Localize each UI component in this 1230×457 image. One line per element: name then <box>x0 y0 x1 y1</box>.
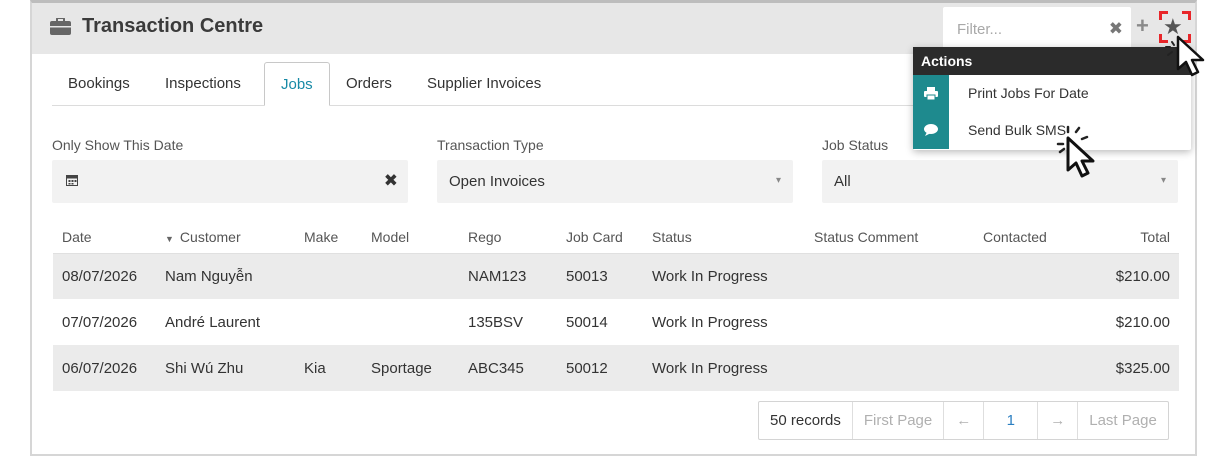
cell-customer: André Laurent <box>165 313 261 331</box>
filter-box: ✖ <box>943 7 1131 51</box>
col-status-comment[interactable]: Status Comment <box>805 222 974 254</box>
jobs-table: Date ▼ Customer Make Model Rego Job Card … <box>53 222 1179 391</box>
cell-rego: NAM123 <box>459 253 557 299</box>
table-header-row: Date ▼ Customer Make Model Rego Job Card … <box>53 222 1179 254</box>
tab-supplier-invoices[interactable]: Supplier Invoices <box>411 62 557 106</box>
transaction-type-label: Transaction Type <box>437 137 544 153</box>
cell-make: Kia <box>295 345 362 391</box>
col-total[interactable]: Total <box>1084 222 1179 254</box>
cell-make <box>295 299 362 345</box>
cell-model: Sportage <box>362 345 459 391</box>
col-date[interactable]: Date <box>53 222 156 254</box>
clear-filter-icon[interactable]: ✖ <box>1109 19 1123 39</box>
menu-item-print-jobs[interactable]: Print Jobs For Date <box>913 75 1191 112</box>
cell-status-comment <box>805 253 974 299</box>
prev-page-button[interactable]: ← <box>943 402 983 439</box>
mouse-pointer-icon <box>1165 35 1205 77</box>
date-filter-label: Only Show This Date <box>52 137 184 153</box>
chevron-down-icon: ▾ <box>1160 175 1166 186</box>
cell-make <box>295 253 362 299</box>
cell-status: Work In Progress <box>643 345 805 391</box>
add-button[interactable]: + <box>1136 13 1149 39</box>
cell-total: $325.00 <box>1084 345 1179 391</box>
cell-status-comment <box>805 345 974 391</box>
tab-jobs[interactable]: Jobs <box>264 62 330 106</box>
cell-job-card: 50012 <box>557 345 643 391</box>
cell-customer: Nam Nguyễn <box>156 253 295 299</box>
cell-date: 08/07/2026 <box>53 253 156 299</box>
page-number-button[interactable]: 1 <box>983 402 1037 439</box>
cell-total: $210.00 <box>1084 253 1179 299</box>
tab-orders[interactable]: Orders <box>330 62 408 106</box>
col-customer[interactable]: ▼ Customer <box>156 222 295 254</box>
transaction-type-select[interactable]: Open Invoices ▾ <box>437 160 793 203</box>
job-status-value: All <box>834 173 851 190</box>
col-contacted[interactable]: Contacted <box>974 222 1084 254</box>
tab-inspections[interactable]: Inspections <box>149 62 257 106</box>
col-job-card[interactable]: Job Card <box>557 222 643 254</box>
cell-contacted <box>974 253 1084 299</box>
job-status-select[interactable]: All ▾ <box>822 160 1178 203</box>
cell-rego: ABC345 <box>459 345 557 391</box>
cell-contacted <box>974 299 1084 345</box>
cell-customer: Shi Wú Zhu <box>156 345 295 391</box>
col-status[interactable]: Status <box>643 222 805 254</box>
calendar-icon <box>66 175 78 186</box>
cell-status: Work In Progress <box>643 253 805 299</box>
print-icon <box>913 75 949 112</box>
cell-model <box>362 253 459 299</box>
cell-date: 06/07/2026 <box>53 345 156 391</box>
table-row[interactable]: 07/07/2026 André Laurent 135BSV 50014 Wo… <box>53 299 1179 345</box>
table-row[interactable]: 08/07/2026 Nam Nguyễn NAM123 50013 Work … <box>53 253 1179 299</box>
col-make[interactable]: Make <box>295 222 362 254</box>
next-page-button[interactable]: → <box>1037 402 1077 439</box>
tab-bookings[interactable]: Bookings <box>52 62 146 106</box>
cell-date: 07/07/2026 <box>62 313 138 331</box>
cell-job-card: 50013 <box>557 253 643 299</box>
records-count: 50 records <box>770 412 841 429</box>
cell-total: $210.00 <box>1115 313 1170 331</box>
cell-job-card: 50014 <box>566 313 608 331</box>
pagination: 50 records First Page ← 1 → Last Page <box>758 401 1169 440</box>
last-page-button[interactable]: Last Page <box>1077 402 1168 439</box>
page-title: Transaction Centre <box>82 15 264 37</box>
date-filter-input[interactable]: ✖ <box>52 160 408 203</box>
cell-contacted <box>974 345 1084 391</box>
col-rego[interactable]: Rego <box>459 222 557 254</box>
cell-status: Work In Progress <box>652 313 768 331</box>
cell-rego: 135BSV <box>468 313 524 331</box>
first-page-button[interactable]: First Page <box>851 402 943 439</box>
cell-status-comment <box>805 299 974 345</box>
sort-desc-icon: ▼ <box>165 234 174 245</box>
job-status-label: Job Status <box>822 137 889 153</box>
cell-model <box>362 299 459 345</box>
menu-item-label: Print Jobs For Date <box>968 85 1089 101</box>
actions-dropdown-title: Actions <box>913 47 1191 75</box>
mouse-pointer-icon <box>1056 125 1095 178</box>
clear-date-icon[interactable]: ✖ <box>384 171 398 191</box>
table-row[interactable]: 06/07/2026 Shi Wú Zhu Kia Sportage ABC34… <box>53 345 1179 391</box>
chat-bubble-icon <box>913 112 949 149</box>
col-model[interactable]: Model <box>362 222 459 254</box>
briefcase-icon <box>50 18 71 35</box>
transaction-type-value: Open Invoices <box>449 173 545 190</box>
chevron-down-icon: ▾ <box>775 175 781 186</box>
filter-input[interactable] <box>943 7 1103 51</box>
